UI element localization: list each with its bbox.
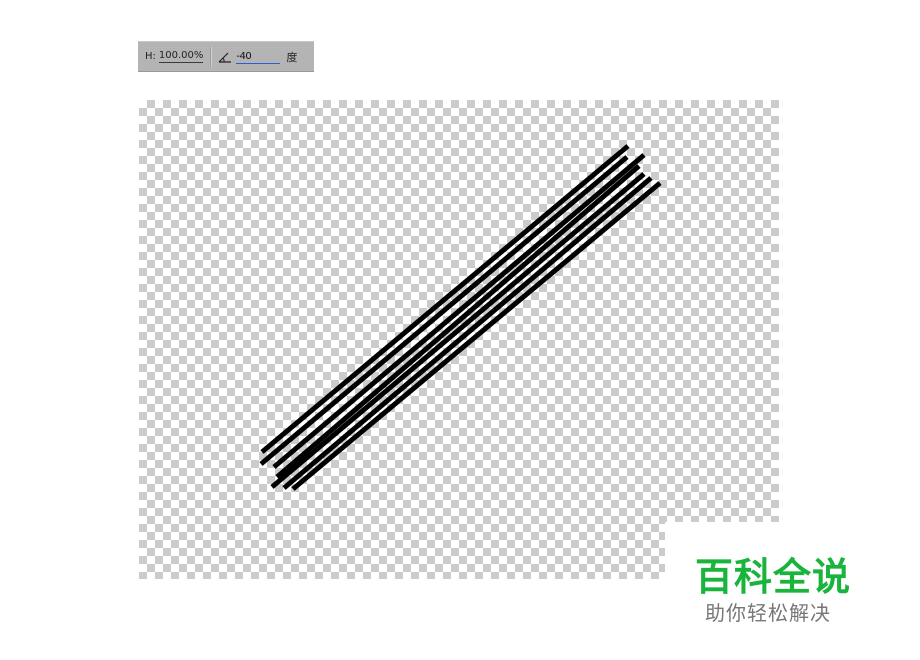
photoshop-workspace: H: 100.00% 度 百科全说 助你轻松解决: [0, 0, 920, 660]
document-canvas[interactable]: [139, 100, 779, 579]
height-value-field[interactable]: 100.00%: [158, 50, 204, 63]
watermark-logo-title: 百科全说: [695, 555, 852, 599]
diagonal-line-2: [259, 155, 629, 466]
transform-options-bar: H: 100.00% 度: [138, 41, 314, 72]
diagonal-line-7: [291, 181, 662, 491]
line-art-layer: [259, 144, 662, 491]
diagonal-line-6: [282, 176, 653, 490]
diagonal-line-1: [260, 144, 630, 454]
angle-unit-label: 度: [286, 50, 298, 64]
watermark-logo-subtitle: 助你轻松解决: [705, 601, 831, 625]
diagonal-line-4: [275, 164, 641, 479]
options-divider: [210, 46, 212, 67]
diagonal-line-5: [270, 172, 646, 489]
diagonal-line-3: [272, 153, 646, 469]
rotation-angle-input[interactable]: [236, 49, 281, 64]
height-label: H:: [145, 51, 156, 62]
angle-icon: [218, 51, 232, 63]
